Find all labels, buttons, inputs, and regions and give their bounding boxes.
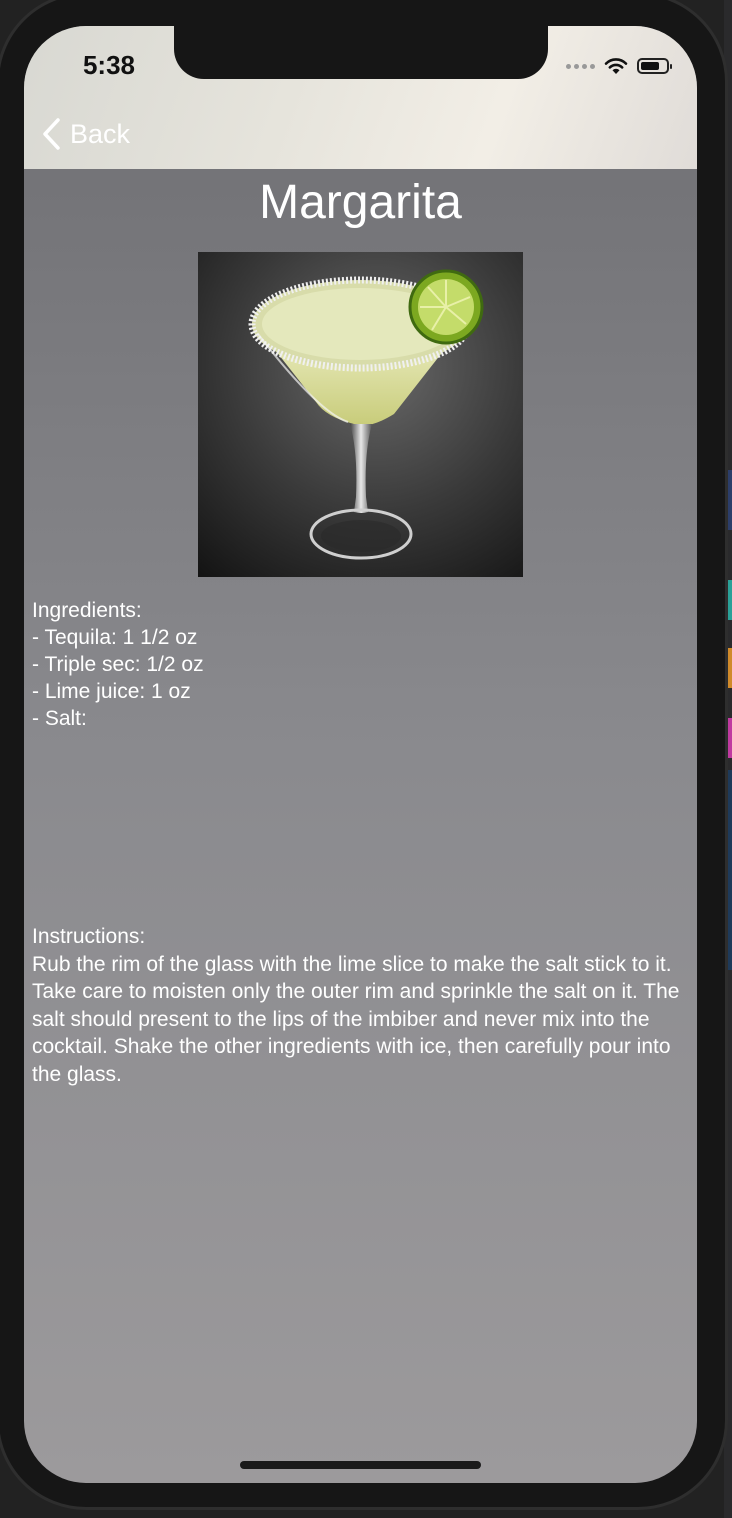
- screen: 5:38 Back Margarita Ingredients: - Tequi…: [24, 26, 697, 1483]
- notch: [174, 26, 548, 79]
- instructions-heading: Instructions:: [32, 925, 146, 948]
- status-time: 5:38: [82, 50, 136, 80]
- battery-icon: [637, 58, 672, 74]
- home-indicator[interactable]: [240, 1461, 481, 1469]
- cellular-signal-icon: [566, 63, 595, 69]
- back-button[interactable]: Back: [42, 114, 130, 154]
- device-frame: 5:38 Back Margarita Ingredients: - Tequi…: [0, 0, 732, 1518]
- ingredient-item: - Salt:: [32, 707, 87, 730]
- navigation-bar: 5:38 Back: [24, 26, 697, 169]
- status-icons: [566, 56, 672, 76]
- ingredient-item: - Triple sec: 1/2 oz: [32, 653, 204, 676]
- instructions-section: Instructions: Rub the rim of the glass w…: [32, 923, 692, 1088]
- drink-detail: Margarita Ingredients: - Tequila: 1 1/2 …: [24, 169, 697, 1086]
- instructions-text: Rub the rim of the glass with the lime s…: [32, 952, 680, 1086]
- drink-title: Margarita: [259, 176, 462, 229]
- back-label: Back: [70, 118, 131, 149]
- ingredients-heading: Ingredients:: [32, 599, 142, 622]
- ingredients-section: Ingredients: - Tequila: 1 1/2 oz - Tripl…: [32, 597, 692, 732]
- wifi-icon: [604, 58, 628, 74]
- ingredient-item: - Tequila: 1 1/2 oz: [32, 626, 198, 649]
- ingredient-item: - Lime juice: 1 oz: [32, 680, 191, 703]
- cocktail-photo: [198, 252, 523, 577]
- chevron-left-icon: [43, 118, 60, 150]
